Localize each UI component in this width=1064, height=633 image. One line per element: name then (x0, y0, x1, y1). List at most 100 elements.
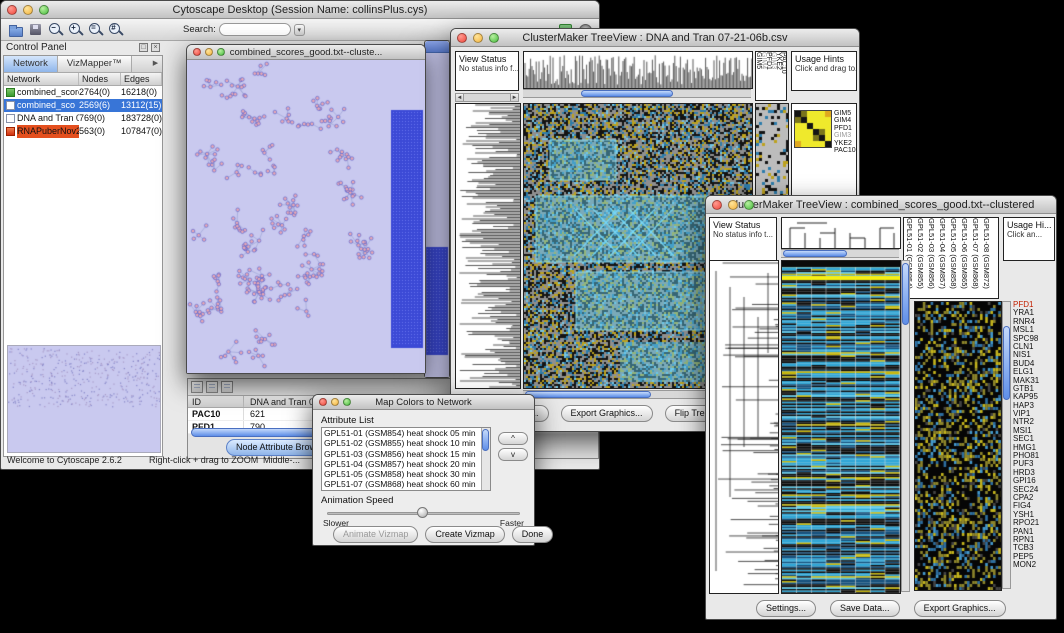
close-button[interactable] (193, 48, 201, 56)
network-view-canvas[interactable] (187, 60, 425, 373)
background-window-titlebar[interactable] (425, 41, 449, 53)
close-panel-icon[interactable]: × (151, 43, 160, 52)
close-button[interactable] (7, 5, 17, 15)
create-vizmap-button[interactable]: Create Vizmap (425, 526, 504, 543)
column-header-nodes[interactable]: Nodes (79, 73, 121, 85)
zoom-button[interactable] (489, 33, 499, 43)
column-header-id[interactable]: ID (188, 396, 244, 407)
network-window-titlebar[interactable]: combined_scores_good.txt--cluste... (187, 45, 425, 60)
minimize-button[interactable] (205, 48, 213, 56)
dna-window-title: ClusterMaker TreeView : DNA and Tran 07-… (522, 32, 787, 44)
attribute-select-icon[interactable] (191, 381, 203, 393)
network-list-item[interactable]: RNAPuberNov2563(0)107847(0) (4, 125, 162, 138)
usage-hints-text: Click an... (1004, 230, 1054, 239)
dna-row-dendrogram[interactable] (455, 103, 521, 389)
combined-column-hscrollbar[interactable] (781, 249, 899, 258)
column-header-network[interactable]: Network (4, 73, 79, 85)
settings-button[interactable]: Settings... (756, 600, 816, 617)
animation-speed-slider-thumb[interactable] (417, 507, 428, 518)
dialog-titlebar[interactable]: Map Colors to Network (313, 395, 534, 410)
combined-heatmap-vscrollbar[interactable] (901, 260, 910, 592)
attribute-list-item[interactable]: GPL51-02 (GSM855) heat shock 10 min (322, 438, 490, 448)
zoom-button[interactable] (744, 200, 754, 210)
gene-label[interactable]: MON2 (1013, 561, 1055, 569)
combined-detail-vscrollbar[interactable] (1002, 301, 1011, 589)
desktop: Cytoscape Desktop (Session Name: collins… (0, 0, 1064, 633)
usage-hints-title: Usage Hints (792, 52, 856, 64)
zoom-in-icon[interactable]: + (67, 21, 84, 38)
zoom-out-icon[interactable]: − (47, 21, 64, 38)
dna-usage-hints-panel: Usage Hints Click and drag to... (791, 51, 857, 91)
done-button[interactable]: Done (512, 526, 554, 543)
network-list-item[interactable]: DNA and Tran 07769(0)183728(0) (4, 112, 162, 125)
close-button[interactable] (712, 200, 722, 210)
move-down-button[interactable]: v (498, 448, 528, 461)
view-status-hscrollbar[interactable]: ◄ ► (455, 93, 519, 102)
main-titlebar[interactable]: Cytoscape Desktop (Session Name: collins… (1, 1, 599, 19)
background-network-window[interactable] (424, 40, 450, 378)
dna-titlebar[interactable]: ClusterMaker TreeView : DNA and Tran 07-… (451, 29, 859, 47)
zoom-button[interactable] (343, 398, 351, 406)
search-dropdown-icon[interactable]: ▾ (294, 24, 305, 36)
combined-column-dendrogram[interactable] (781, 217, 901, 249)
export-graphics-button[interactable]: Export Graphics... (914, 600, 1006, 617)
control-panel-window-icons: □ × (139, 43, 160, 52)
attribute-list-item[interactable]: GPL51-03 (GSM856) heat shock 15 min (322, 449, 490, 459)
birdseye-view[interactable] (7, 345, 161, 453)
dna-column-dendrogram[interactable] (523, 51, 753, 89)
search-input[interactable] (219, 23, 291, 36)
attribute-list-item[interactable]: GPL51-01 (GSM854) heat shock 05 min (322, 428, 490, 438)
combined-titlebar[interactable]: ClusterMaker TreeView : combined_scores_… (706, 196, 1056, 214)
combined-detail-heatmap-canvas[interactable] (914, 301, 1002, 591)
export-graphics-button[interactable]: Export Graphics... (561, 405, 653, 422)
scroll-left-icon[interactable]: ◄ (455, 93, 464, 102)
dna-column-hscrollbar[interactable] (523, 89, 751, 98)
zoom-region-icon[interactable]: # (107, 21, 124, 38)
background-network-canvas[interactable] (425, 53, 449, 377)
hscrollbar-thumb[interactable] (581, 90, 673, 97)
zoom-fit-icon[interactable]: = (87, 21, 104, 38)
close-button[interactable] (457, 33, 467, 43)
combined-row-dendrogram[interactable] (709, 260, 779, 594)
zoom-button[interactable] (39, 5, 49, 15)
animate-vizmap-button[interactable]: Animate Vizmap (333, 526, 418, 543)
combined-heatmap-canvas[interactable] (781, 260, 901, 594)
correlation-matrix-labels: GIM5GIM4PFD1GIM3YKE2PAC10 (834, 110, 856, 154)
network-name: RNAPuberNov2 (17, 125, 79, 138)
hscrollbar-thumb[interactable] (783, 250, 847, 257)
scrollbar-track (523, 89, 751, 98)
attribute-list-item[interactable]: GPL51-05 (GSM858) heat shock 30 min (322, 469, 490, 479)
matrix-gene-label: GIM4 (834, 117, 856, 124)
float-panel-icon[interactable]: □ (139, 43, 148, 52)
vscrollbar-thumb[interactable] (1003, 326, 1010, 400)
move-up-button[interactable]: ^ (498, 432, 528, 445)
attribute-list-item[interactable]: GPL51-04 (GSM857) heat shock 20 min (322, 459, 490, 469)
minimize-button[interactable] (473, 33, 483, 43)
correlation-matrix-canvas[interactable] (794, 110, 832, 148)
vscrollbar-thumb[interactable] (902, 263, 909, 325)
map-colors-dialog: Map Colors to Network Attribute List GPL… (312, 394, 535, 546)
vscrollbar-thumb[interactable] (482, 429, 489, 451)
column-header-edges[interactable]: Edges (121, 73, 162, 85)
save-session-icon[interactable] (27, 21, 44, 38)
scroll-right-icon[interactable]: ► (510, 93, 519, 102)
hscrollbar-thumb[interactable] (525, 391, 651, 398)
attribute-create-icon[interactable] (206, 381, 218, 393)
status-zoom-hint: Right-click + drag to ZOOM (149, 455, 258, 465)
tab-vizmapper[interactable]: VizMapper™ (58, 56, 132, 72)
zoom-button[interactable] (217, 48, 225, 56)
minimize-button[interactable] (331, 398, 339, 406)
minimize-button[interactable] (23, 5, 33, 15)
tab-network[interactable]: Network (4, 56, 58, 72)
tab-overflow-icon[interactable]: ▶ (149, 56, 162, 72)
network-list-item[interactable]: combined_scores2764(0)16218(0) (4, 86, 162, 99)
attribute-list-item[interactable]: GPL51-07 (GSM868) heat shock 60 min (322, 479, 490, 489)
save-data-button[interactable]: Save Data... (830, 600, 900, 617)
minimize-button[interactable] (728, 200, 738, 210)
close-button[interactable] (319, 398, 327, 406)
network-list-item[interactable]: combined_sco2569(6)13112(15) (4, 99, 162, 112)
open-session-icon[interactable] (7, 21, 24, 38)
attribute-delete-icon[interactable] (221, 381, 233, 393)
birdseye-canvas[interactable] (8, 346, 160, 452)
listbox-vscrollbar[interactable] (481, 428, 490, 490)
